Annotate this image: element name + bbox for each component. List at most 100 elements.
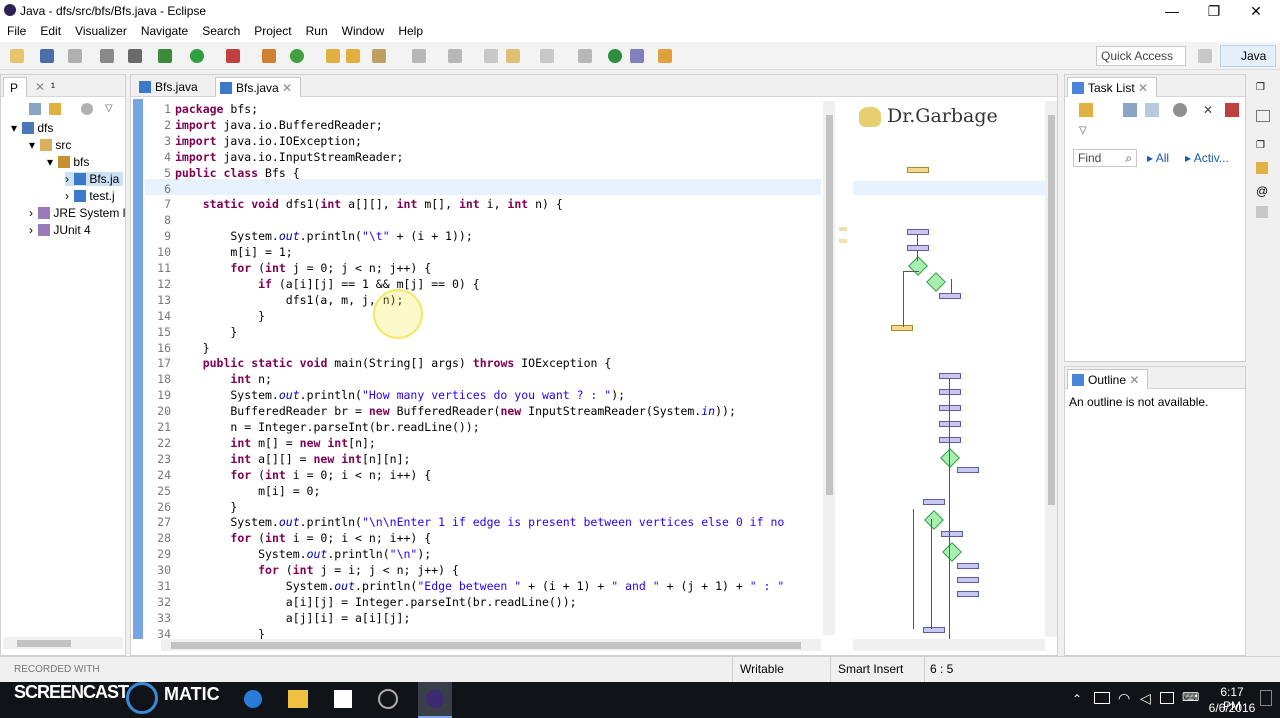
code-line[interactable]: 31 System.out.println("Edge between " + … [145,578,784,594]
code-line[interactable]: 2 import java.io.BufferedReader; [145,117,383,133]
code-line[interactable]: 9 System.out.println("\t" + (i + 1)); [145,228,473,244]
menu-help[interactable]: Help [391,22,430,40]
code-line[interactable]: 11 for (int j = 0; j < n; j++) { [145,260,431,276]
code-line[interactable]: 8 [145,212,175,228]
save-icon[interactable] [40,49,54,63]
file-explorer-icon[interactable] [288,690,308,708]
code-line[interactable]: 18 int n; [145,371,272,387]
code-line[interactable]: 12 if (a[i][j] == 1 && m[j] == 0) { [145,276,480,292]
restore-button[interactable]: ❐ [1194,2,1234,20]
sync-icon[interactable] [1225,103,1239,117]
categorize-icon[interactable] [1123,103,1137,117]
code-editor[interactable]: 1 package bfs; 2 import java.io.BufferedRea… [145,99,821,639]
open-perspective-icon[interactable] [1198,49,1212,63]
code-line[interactable]: 21 n = Integer.parseInt(br.readLine()); [145,419,480,435]
new-class-icon[interactable] [290,49,304,63]
editor-hscroll[interactable] [161,639,821,651]
tree-item-src[interactable]: ▾ src [29,138,71,152]
code-line[interactable]: 25 m[i] = 0; [145,483,320,499]
garbage-icon[interactable] [630,49,644,63]
eclipse-taskbar-button[interactable] [418,682,452,718]
code-line[interactable]: 7 static void dfs1(int a[][], int m[], i… [145,196,563,212]
restore-icon[interactable]: ❐ [1256,140,1265,151]
code-line[interactable]: 6 [145,181,175,197]
tab-bfs-java-1[interactable]: Bfs.java [135,77,206,97]
menu-visualizer[interactable]: Visualizer [68,22,134,40]
code-line[interactable]: 30 for (int j = i; j < n; j++) { [145,562,459,578]
tab-task-list[interactable]: Task List ✕ [1067,77,1158,97]
tree-item-junit[interactable]: › JUnit 4 [29,223,91,237]
focus-icon[interactable] [1173,103,1187,117]
new-java-project-icon[interactable] [262,49,276,63]
tree-item-bfs[interactable]: ▾ bfs [47,155,89,169]
code-line[interactable]: 27 System.out.println("\n\nEnter 1 if ed… [145,514,784,530]
menu-navigate[interactable]: Navigate [134,22,195,40]
explorer-hscroll[interactable] [3,637,123,649]
tab-bfs-java-2[interactable]: Bfs.java ✕ [215,77,302,97]
minimize-button[interactable]: — [1152,2,1192,20]
menu-project[interactable]: Project [247,22,298,40]
code-line[interactable]: 32 a[i][j] = Integer.parseInt(br.readLin… [145,594,576,610]
code-line[interactable]: 16 } [145,340,209,356]
find-input[interactable]: Find ⌕ [1073,149,1137,167]
code-line[interactable]: 33 a[j][i] = a[i][j]; [145,610,410,626]
close-icon[interactable]: ✕ [1129,373,1139,387]
quick-access-input[interactable]: Quick Access [1096,46,1186,66]
restore-icon[interactable]: ❐ [1256,82,1265,93]
run-icon[interactable] [190,49,204,63]
visualizer-vscroll[interactable] [1045,101,1057,637]
next-annotation-icon[interactable] [412,49,426,63]
back-icon[interactable] [506,49,520,63]
show-hidden-icons-icon[interactable]: ⌃ [1072,692,1082,706]
code-line[interactable]: 26 } [145,499,237,515]
java-perspective-button[interactable]: Java [1220,45,1276,67]
menu-search[interactable]: Search [195,22,247,40]
battery-icon[interactable] [1094,692,1110,704]
last-edit-icon[interactable] [484,49,498,63]
filter-activate-link[interactable]: ▸ Activ... [1185,151,1229,165]
code-line[interactable]: 3 import java.io.IOException; [145,133,362,149]
schedule-icon[interactable] [1145,103,1159,117]
save-all-icon[interactable] [68,49,82,63]
store-icon[interactable] [334,690,352,708]
volume-icon[interactable]: ◁ [1140,690,1151,707]
declaration-icon[interactable]: @ [1256,184,1268,198]
view-menu-icon[interactable]: ▽ [105,103,113,114]
tab-package-explorer[interactable]: P [3,77,28,97]
visualizer-icon[interactable] [608,49,622,63]
code-line[interactable]: 28 for (int i = 0; i < n; i++) { [145,530,431,546]
tree-item-jre[interactable]: › JRE System l [29,206,125,220]
link-editor-icon[interactable] [49,103,61,115]
focus-icon[interactable] [81,103,93,115]
code-line[interactable]: 4 import java.io.InputStreamReader; [145,149,403,165]
new-icon[interactable] [10,49,24,63]
new-task-icon[interactable] [1079,103,1093,117]
code-line[interactable]: 22 int m[] = new int[n]; [145,435,376,451]
code-line[interactable]: 10 m[i] = 1; [145,244,293,260]
sync-icon[interactable] [658,49,672,63]
debug-icon[interactable] [158,49,172,63]
menu-file[interactable]: File [0,22,33,40]
search-icon[interactable] [372,49,386,63]
tree-item-dfs[interactable]: ▾ dfs [11,121,53,135]
visualizer-hscroll[interactable] [853,639,1045,651]
javadoc-icon[interactable] [1256,162,1268,174]
keyboard-icon[interactable]: ⌨ [1182,690,1199,704]
app-icon[interactable] [378,689,398,709]
open-type-icon[interactable] [326,49,340,63]
editor-vscroll[interactable] [823,101,835,635]
menu-run[interactable]: Run [299,22,335,40]
pin-icon[interactable] [578,49,592,63]
edge-icon[interactable] [244,690,262,708]
code-line[interactable]: 20 BufferedReader br = new BufferedReade… [145,403,736,419]
console-icon[interactable] [1256,206,1268,218]
code-line[interactable]: 1 package bfs; [145,101,258,117]
filter-all-link[interactable]: ▸ All [1147,151,1169,165]
collapse-all-icon[interactable] [29,103,41,115]
code-line[interactable]: 14 } [145,308,265,324]
tree-item-bfs-java[interactable]: › Bfs.ja [65,172,124,186]
tab-hierarchy[interactable]: ¹ [45,77,63,97]
forward-icon[interactable] [540,49,554,63]
notifications-icon[interactable] [1160,692,1174,704]
close-button[interactable]: ✕ [1236,2,1276,20]
